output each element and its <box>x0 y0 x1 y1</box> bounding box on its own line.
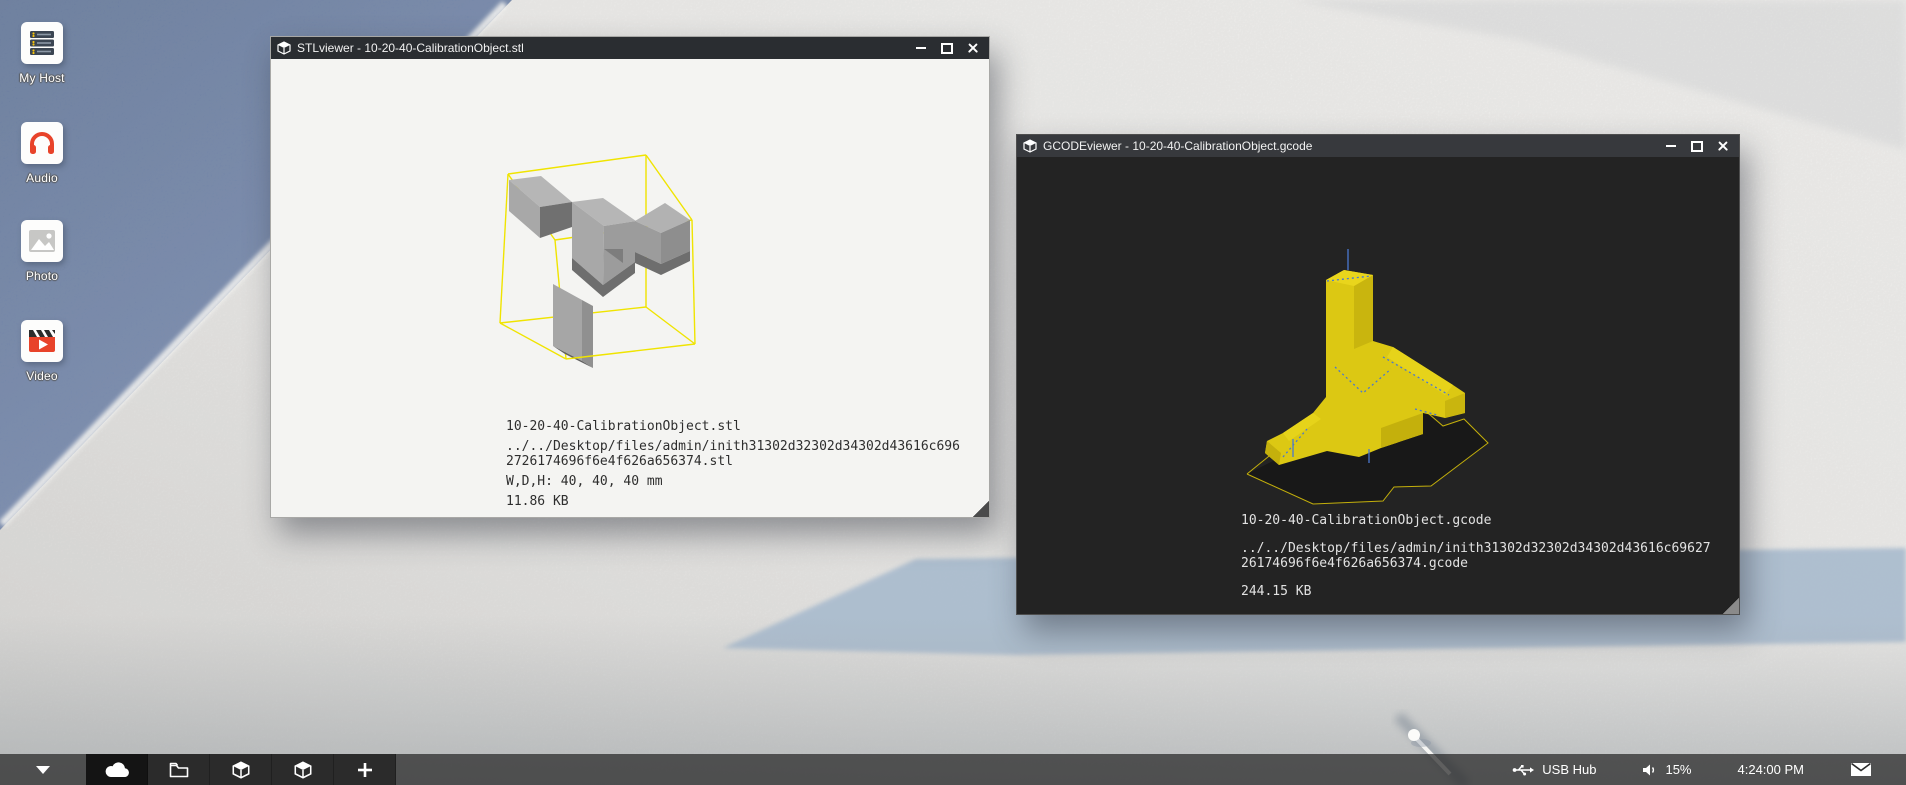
folder-icon <box>169 762 189 778</box>
gcode-viewport[interactable]: 10-20-40-CalibrationObject.gcode ../../D… <box>1017 157 1739 614</box>
stl-filesize: 11.86 KB <box>506 494 960 509</box>
usb-icon <box>1512 763 1534 777</box>
minimize-button[interactable] <box>915 42 927 54</box>
server-stack-icon <box>30 31 54 55</box>
gcode-filename: 10-20-40-CalibrationObject.gcode <box>1241 513 1711 528</box>
usb-label: USB Hub <box>1542 762 1596 777</box>
taskbar-button-gcode-viewer[interactable] <box>272 754 334 785</box>
stl-file-info: 10-20-40-CalibrationObject.stl ../../Des… <box>506 419 960 509</box>
speaker-icon <box>1642 763 1657 777</box>
clock-label: 4:24:00 PM <box>1738 762 1805 777</box>
audio-icon <box>21 122 63 164</box>
tray-clock[interactable]: 4:24:00 PM <box>1738 762 1805 777</box>
plus-icon <box>357 762 373 778</box>
taskbar-button-cloud[interactable] <box>86 754 148 785</box>
cube-icon <box>294 761 312 779</box>
close-button[interactable] <box>1717 140 1729 152</box>
chevron-down-icon <box>36 766 50 774</box>
headphones-icon <box>30 134 54 154</box>
gcode-filesize: 244.15 KB <box>1241 584 1711 599</box>
stl-viewport[interactable]: 10-20-40-CalibrationObject.stl ../../Des… <box>271 59 989 517</box>
desktop-icon-label: My Host <box>10 71 74 85</box>
desktop-icon-label: Photo <box>10 269 74 283</box>
desktop-icon-label: Audio <box>10 171 74 185</box>
resize-handle[interactable] <box>1723 598 1739 614</box>
stl-viewer-window: STLviewer - 10-20-40-CalibrationObject.s… <box>270 36 990 518</box>
desktop-icon-my-host[interactable]: My Host <box>10 22 74 85</box>
stl-filename: 10-20-40-CalibrationObject.stl <box>506 419 960 434</box>
cube-app-icon <box>1023 139 1037 153</box>
tray-volume[interactable]: 15% <box>1642 762 1691 777</box>
tray-mail[interactable] <box>1850 762 1872 777</box>
maximize-button[interactable] <box>1691 140 1703 152</box>
desktop-icon-photo[interactable]: Photo <box>10 220 74 283</box>
gcode-window-titlebar[interactable]: GCODEviewer - 10-20-40-CalibrationObject… <box>1017 135 1739 157</box>
tray-usb[interactable]: USB Hub <box>1512 762 1596 777</box>
gcode-viewer-window: GCODEviewer - 10-20-40-CalibrationObject… <box>1016 134 1740 615</box>
clapperboard-icon <box>29 330 55 352</box>
desktop-icon-label: Video <box>10 369 74 383</box>
cloud-icon <box>104 761 130 779</box>
cube-icon <box>232 761 250 779</box>
taskbar-button-add[interactable] <box>334 754 396 785</box>
desktop-icon-audio[interactable]: Audio <box>10 122 74 185</box>
close-button[interactable] <box>967 42 979 54</box>
maximize-button[interactable] <box>941 42 953 54</box>
system-tray: USB Hub 15% 4:24:00 PM <box>1512 754 1906 785</box>
stl-model <box>509 176 690 368</box>
stl-window-titlebar[interactable]: STLviewer - 10-20-40-CalibrationObject.s… <box>271 37 989 59</box>
taskbar-spacer <box>396 754 1512 785</box>
minimize-button[interactable] <box>1665 140 1677 152</box>
taskbar-button-files[interactable] <box>148 754 210 785</box>
photo-icon <box>21 220 63 262</box>
envelope-icon <box>1850 762 1872 777</box>
cube-app-icon <box>277 41 291 55</box>
taskbar-button-stl-viewer[interactable] <box>210 754 272 785</box>
resize-handle[interactable] <box>973 501 989 517</box>
gcode-path-line2: 26174696f6e4f626a656374.gcode <box>1241 556 1711 571</box>
taskbar-expand-button[interactable] <box>0 754 86 785</box>
gcode-file-info: 10-20-40-CalibrationObject.gcode ../../D… <box>1241 513 1711 599</box>
volume-label: 15% <box>1665 762 1691 777</box>
stl-window-title: STLviewer - 10-20-40-CalibrationObject.s… <box>297 41 909 55</box>
stl-path-line2: 2726174696f6e4f626a656374.stl <box>506 454 960 469</box>
image-icon <box>29 230 55 252</box>
video-icon <box>21 320 63 362</box>
gcode-path-line1: ../../Desktop/files/admin/inith31302d323… <box>1241 541 1711 556</box>
my-host-icon <box>21 22 63 64</box>
gcode-window-title: GCODEviewer - 10-20-40-CalibrationObject… <box>1043 139 1659 153</box>
desktop-icon-video[interactable]: Video <box>10 320 74 383</box>
taskbar: USB Hub 15% 4:24:00 PM <box>0 754 1906 785</box>
stl-path-line1: ../../Desktop/files/admin/inith31302d323… <box>506 439 960 454</box>
stl-dimensions: W,D,H: 40, 40, 40 mm <box>506 474 960 489</box>
wall-knob <box>1408 729 1420 741</box>
